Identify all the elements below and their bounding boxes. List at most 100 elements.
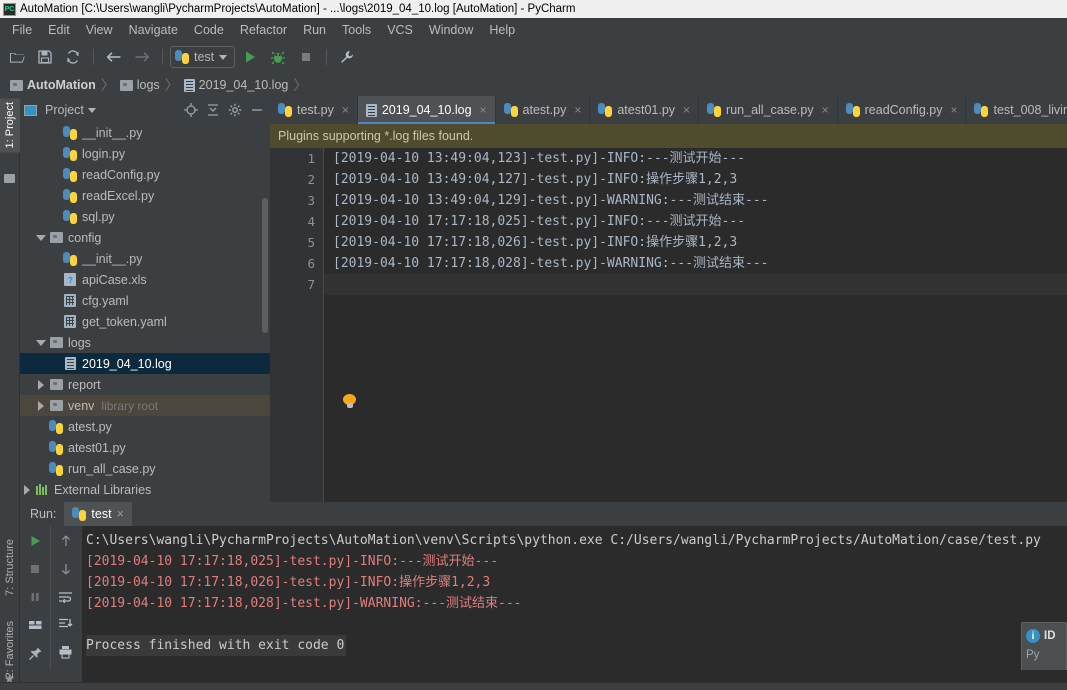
stop-icon[interactable] <box>25 559 45 579</box>
chevron-down-icon[interactable] <box>34 234 48 241</box>
tree-node[interactable]: venv library root <box>20 395 270 416</box>
code-line[interactable]: [2019-04-10 17:17:18,025]-test.py]-INFO:… <box>325 211 1067 232</box>
log-editor[interactable]: 1234567 [2019-04-10 13:49:04,123]-test.p… <box>270 148 1067 502</box>
tree-node[interactable]: __init__.py <box>20 248 270 269</box>
code-line[interactable]: [2019-04-10 17:17:18,026]-test.py]-INFO:… <box>325 232 1067 253</box>
chevron-down-icon[interactable] <box>87 107 96 113</box>
gear-icon[interactable] <box>226 101 244 119</box>
forward-arrow-icon[interactable] <box>129 45 155 69</box>
line-number[interactable]: 5 <box>270 232 323 253</box>
code-line[interactable]: [2019-04-10 13:49:04,123]-test.py]-INFO:… <box>325 148 1067 169</box>
sidebar-item-project[interactable]: 1: Project <box>0 98 20 153</box>
tree-node[interactable]: logs <box>20 332 270 353</box>
breadcrumb-item-project[interactable]: AutoMation <box>6 78 100 92</box>
target-icon[interactable] <box>182 101 200 119</box>
sync-icon[interactable] <box>60 45 86 69</box>
open-folder-icon[interactable] <box>4 45 30 69</box>
tree-node[interactable]: get_token.yaml <box>20 311 270 332</box>
menu-item-tools[interactable]: Tools <box>334 21 379 39</box>
close-icon[interactable]: × <box>574 103 581 117</box>
tree-node[interactable]: apiCase.xls <box>20 269 270 290</box>
code-line[interactable]: [2019-04-10 17:17:18,028]-test.py]-WARNI… <box>325 253 1067 274</box>
collapse-all-icon[interactable] <box>204 101 222 119</box>
run-icon[interactable] <box>25 531 45 551</box>
editor-tab[interactable]: atest01.py × <box>590 96 700 124</box>
tree-node[interactable]: __init__.py <box>20 122 270 143</box>
tree-node[interactable]: login.py <box>20 143 270 164</box>
code-line[interactable]: [2019-04-10 13:49:04,129]-test.py]-WARNI… <box>325 190 1067 211</box>
tree-node[interactable]: sql.py <box>20 206 270 227</box>
editor-tab-bar[interactable]: test.py × 2019_04_10.log × atest.py × atest01.… <box>270 96 1067 124</box>
chevron-right-icon[interactable] <box>20 484 34 495</box>
menu-item-edit[interactable]: Edit <box>40 21 78 39</box>
run-tab-test[interactable]: test × <box>64 502 132 526</box>
tree-node[interactable]: atest01.py <box>20 437 270 458</box>
tree-node[interactable]: atest.py <box>20 416 270 437</box>
menu-item-refactor[interactable]: Refactor <box>232 21 295 39</box>
close-icon[interactable]: × <box>480 103 487 117</box>
code-line[interactable]: [2019-04-10 13:49:04,127]-test.py]-INFO:… <box>325 169 1067 190</box>
menu-item-help[interactable]: Help <box>481 21 523 39</box>
editor-tab[interactable]: atest.py × <box>496 96 591 124</box>
project-tree[interactable]: __init__.py login.py readConfig.py readExce… <box>20 122 270 498</box>
line-number[interactable]: 2 <box>270 169 323 190</box>
menu-item-window[interactable]: Window <box>421 21 481 39</box>
menu-item-run[interactable]: Run <box>295 21 334 39</box>
breadcrumb-item-logs[interactable]: logs <box>116 78 164 92</box>
save-icon[interactable] <box>32 45 58 69</box>
lightbulb-icon[interactable] <box>343 394 356 409</box>
wrench-icon[interactable] <box>334 45 360 69</box>
down-arrow-icon[interactable] <box>56 559 76 579</box>
close-icon[interactable]: × <box>683 103 690 117</box>
tree-node[interactable]: readConfig.py <box>20 164 270 185</box>
editor-tab[interactable]: run_all_case.py × <box>699 96 838 124</box>
close-icon[interactable]: × <box>950 103 957 117</box>
tree-node[interactable]: cfg.yaml <box>20 290 270 311</box>
close-icon[interactable]: × <box>117 507 124 521</box>
pause-icon[interactable] <box>25 587 45 607</box>
debug-button[interactable] <box>265 45 291 69</box>
editor-tab[interactable]: test.py × <box>270 96 358 124</box>
up-arrow-icon[interactable] <box>56 531 76 551</box>
menu-item-navigate[interactable]: Navigate <box>121 21 186 39</box>
editor-tab[interactable]: readConfig.py × <box>838 96 967 124</box>
line-number[interactable]: 4 <box>270 211 323 232</box>
chevron-right-icon[interactable] <box>34 379 48 390</box>
editor-tab[interactable]: 2019_04_10.log × <box>357 96 496 124</box>
minimize-icon[interactable] <box>248 101 266 119</box>
line-number[interactable]: 1 <box>270 148 323 169</box>
run-button[interactable] <box>237 45 263 69</box>
project-tree-scrollbar[interactable] <box>262 198 268 333</box>
line-number[interactable]: 6 <box>270 253 323 274</box>
close-icon[interactable]: × <box>342 103 349 117</box>
breadcrumb-item-file[interactable]: 2019_04_10.log <box>180 78 293 92</box>
sidebar-item-structure[interactable]: 7: Structure <box>0 535 20 600</box>
tree-node[interactable]: readExcel.py <box>20 185 270 206</box>
menu-item-view[interactable]: View <box>78 21 121 39</box>
pin-icon[interactable] <box>25 643 45 663</box>
code-line[interactable] <box>325 274 1067 295</box>
print-icon[interactable] <box>56 642 76 662</box>
tree-node[interactable]: report <box>20 374 270 395</box>
menu-item-vcs[interactable]: VCS <box>379 21 421 39</box>
tree-node[interactable]: run_all_case.py <box>20 458 270 479</box>
tree-node[interactable]: External Libraries <box>20 479 270 498</box>
run-configuration-selector[interactable]: test <box>170 46 236 68</box>
close-icon[interactable]: × <box>822 103 829 117</box>
editor-notification-bar[interactable]: Plugins supporting *.log files found. <box>270 124 1067 148</box>
layout-icon[interactable] <box>25 615 45 635</box>
line-number[interactable]: 7 <box>270 274 323 295</box>
back-arrow-icon[interactable] <box>101 45 127 69</box>
chevron-right-icon[interactable] <box>34 400 48 411</box>
tree-node[interactable]: 2019_04_10.log <box>20 353 270 374</box>
soft-wrap-icon[interactable] <box>56 587 76 607</box>
notification-balloon[interactable]: i ID Py <box>1021 622 1067 676</box>
editor-tab[interactable]: test_008_livin <box>966 96 1067 124</box>
editor-gutter[interactable]: 1234567 <box>270 148 324 502</box>
chevron-down-icon[interactable] <box>34 339 48 346</box>
editor-code-area[interactable]: [2019-04-10 13:49:04,123]-test.py]-INFO:… <box>325 148 1067 502</box>
scroll-to-end-icon[interactable] <box>56 614 76 634</box>
stop-button[interactable] <box>293 45 319 69</box>
run-console[interactable]: C:\Users\wangli\PycharmProjects\AutoMati… <box>82 526 1067 690</box>
menu-item-code[interactable]: Code <box>186 21 232 39</box>
